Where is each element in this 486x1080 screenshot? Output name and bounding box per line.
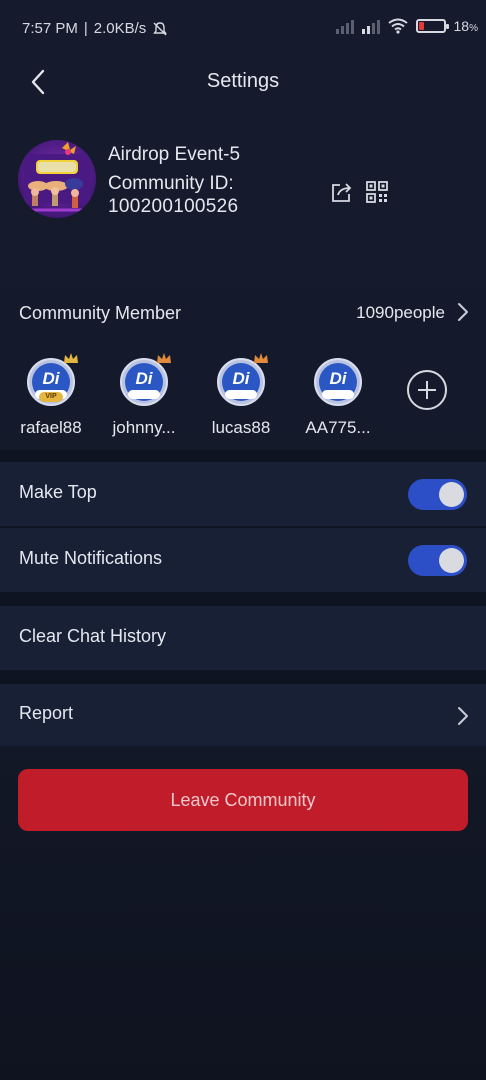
community-profile: Airdrop Event-5 Community ID: 1002001005… xyxy=(0,135,486,225)
chevron-right-icon xyxy=(458,707,468,725)
section-divider xyxy=(0,450,486,462)
status-left: 7:57 PM | 2.0KB/s xyxy=(22,20,168,37)
signal-icon xyxy=(335,18,354,34)
network-speed: 2.0KB/s xyxy=(93,20,147,37)
community-id: 100200100526 xyxy=(108,196,239,217)
make-top-toggle[interactable] xyxy=(408,479,467,510)
member-avatar: Di xyxy=(217,358,265,406)
member-name: johnny... xyxy=(112,418,176,437)
community-member-row[interactable]: Community Member 1090people xyxy=(0,290,486,336)
community-avatar[interactable] xyxy=(18,140,96,218)
make-top-row: Make Top xyxy=(0,462,486,526)
section-divider xyxy=(0,592,486,606)
section-divider xyxy=(0,670,486,684)
battery-level xyxy=(418,22,424,30)
mute-notifications-label: Mute Notifications xyxy=(19,548,163,568)
community-member-label: Community Member xyxy=(19,303,182,323)
leave-community-button[interactable]: Leave Community xyxy=(18,769,468,831)
member-name: rafael88 xyxy=(20,418,82,437)
crown-icon xyxy=(64,353,78,363)
battery-percent: 18% xyxy=(453,18,478,34)
community-name: Airdrop Event-5 xyxy=(108,144,241,165)
status-separator: | xyxy=(83,20,88,37)
member-item[interactable]: Di johnny... xyxy=(99,352,189,442)
toggle-knob xyxy=(439,482,464,507)
mute-notifications-row: Mute Notifications xyxy=(0,528,486,592)
crown-icon xyxy=(254,353,268,363)
chevron-right-icon xyxy=(458,303,468,321)
vip-badge-icon: VIP xyxy=(39,392,63,402)
community-id-label: Community ID: xyxy=(108,173,234,194)
share-icon xyxy=(332,183,352,202)
report-label: Report xyxy=(19,703,74,723)
qr-code-button[interactable] xyxy=(365,180,389,204)
member-name: AA775... xyxy=(305,418,371,437)
member-item[interactable]: Di AA775... xyxy=(293,352,383,442)
status-time: 7:57 PM xyxy=(22,20,78,37)
signal-icon xyxy=(361,18,380,34)
member-item[interactable]: Di VIP rafael88 xyxy=(6,352,96,442)
battery-percent-value: 18 xyxy=(453,18,470,34)
member-name: lucas88 xyxy=(211,418,271,437)
share-button[interactable] xyxy=(330,180,354,204)
status-right: 18% xyxy=(335,18,478,34)
toggle-knob xyxy=(439,548,464,573)
clear-chat-history-row[interactable]: Clear Chat History xyxy=(0,606,486,670)
page-title: Settings xyxy=(206,70,280,92)
header: Settings xyxy=(0,58,486,106)
member-avatar: Di xyxy=(120,358,168,406)
battery-icon xyxy=(415,19,449,33)
mute-bell-icon xyxy=(153,21,168,35)
community-avatar-image xyxy=(18,140,96,218)
status-bar: 7:57 PM | 2.0KB/s 18% xyxy=(0,0,486,58)
member-avatar: Di xyxy=(314,358,362,406)
member-item[interactable]: Di lucas88 xyxy=(196,352,286,442)
clear-chat-history-label: Clear Chat History xyxy=(19,626,167,646)
member-count: 1090people xyxy=(356,303,445,322)
make-top-label: Make Top xyxy=(19,482,97,502)
qr-code-icon xyxy=(366,181,388,203)
crown-icon xyxy=(157,353,171,363)
wifi-icon xyxy=(387,18,408,34)
mute-notifications-toggle[interactable] xyxy=(408,545,467,576)
add-member-button[interactable] xyxy=(407,370,447,410)
report-row[interactable]: Report xyxy=(0,684,486,746)
